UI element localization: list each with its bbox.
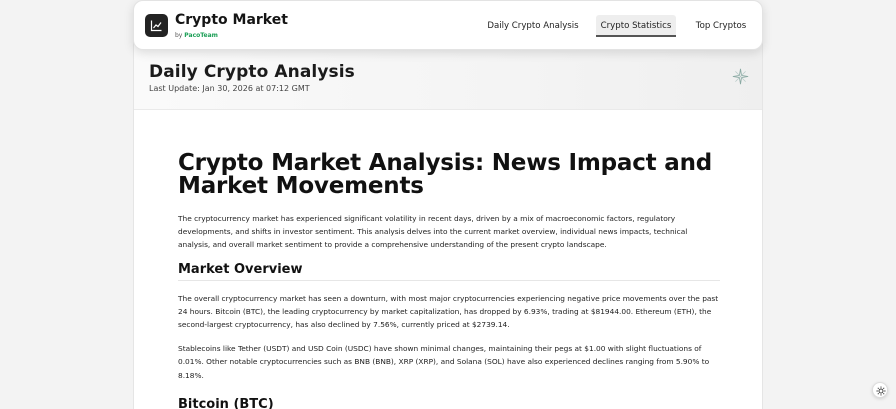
byline-prefix: by: [175, 32, 183, 39]
section-title-bitcoin: Bitcoin (BTC): [178, 396, 274, 409]
page-title: Daily Crypto Analysis: [149, 62, 355, 82]
last-update-text: Last Update: Jan 30, 2026 at 07:12 GMT: [149, 84, 310, 93]
byline: by PacoTeam: [175, 32, 218, 39]
article-intro: The cryptocurrency market has experience…: [178, 214, 688, 250]
chart-line-icon: [150, 20, 162, 32]
article-title: Crypto Market Analysis: News Impact and …: [178, 150, 713, 199]
section-divider: [178, 279, 720, 281]
byline-team[interactable]: PacoTeam: [184, 32, 218, 39]
market-overview-paragraph-2: Stablecoins like Tether (USDT) and USD C…: [178, 344, 710, 380]
app-root: Daily Crypto Analysis Last Update: Jan 3…: [0, 0, 896, 409]
brand-logo[interactable]: [145, 14, 168, 37]
top-header: Crypto Market by PacoTeam Daily Crypto A…: [133, 0, 763, 50]
sparkle-icon: [732, 68, 749, 85]
sun-icon: [876, 386, 886, 396]
nav-top-cryptos[interactable]: Top Cryptos: [690, 15, 752, 37]
nav-daily-crypto-analysis[interactable]: Daily Crypto Analysis: [485, 15, 581, 37]
market-overview-paragraph-1: The overall cryptocurrency market has se…: [178, 293, 719, 330]
section-title-market-overview: Market Overview: [178, 261, 303, 277]
brand-name[interactable]: Crypto Market: [175, 12, 288, 28]
theme-toggle-button[interactable]: [872, 382, 888, 398]
nav-crypto-statistics[interactable]: Crypto Statistics: [596, 15, 676, 37]
article: Crypto Market Analysis: News Impact and …: [178, 152, 720, 409]
